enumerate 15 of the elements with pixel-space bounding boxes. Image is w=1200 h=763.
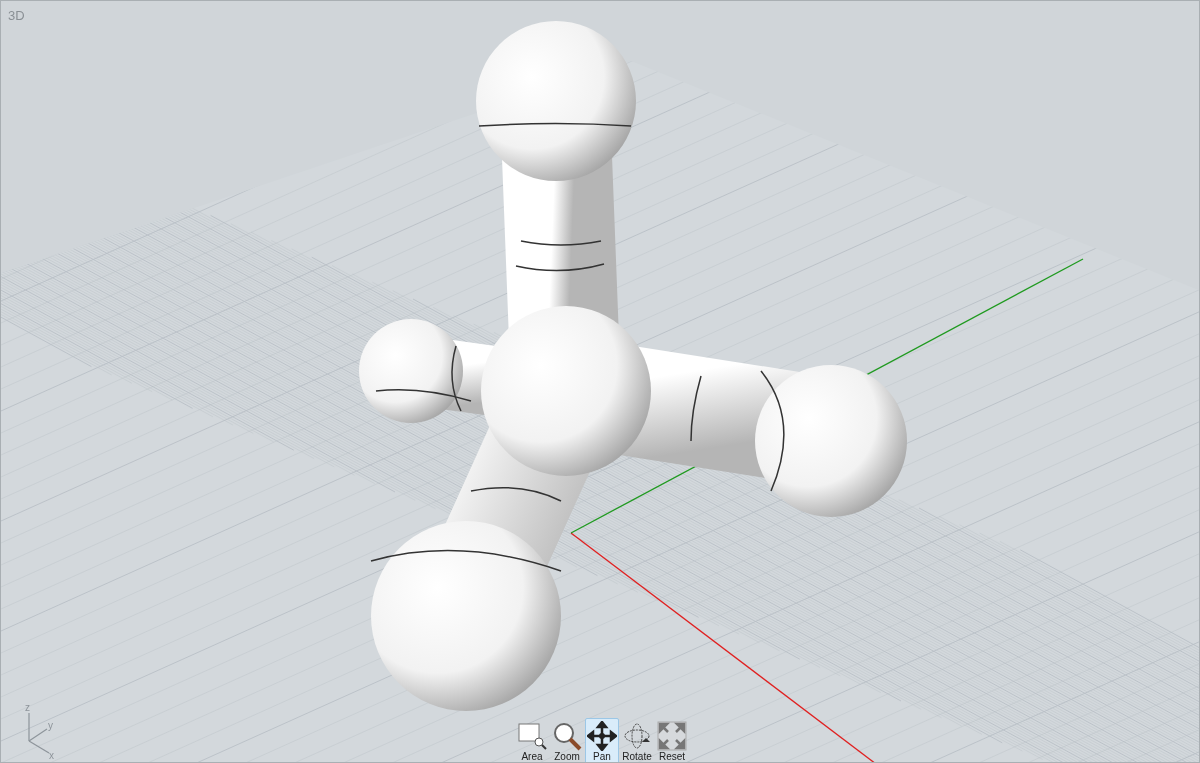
rotate-orbit-icon [622, 721, 652, 751]
x-axis-label: x [49, 749, 54, 762]
z-axis-label: z [25, 701, 30, 715]
view-tool-button[interactable]: Zoom [550, 718, 584, 762]
axis-triad-icon [28, 712, 50, 754]
area-select-icon [517, 721, 547, 751]
view-tool-button[interactable]: Reset [655, 718, 689, 762]
y-axis-label: y [48, 719, 53, 733]
view-tool-button[interactable]: Area [515, 718, 549, 762]
view-tool-button[interactable]: Rotate [620, 718, 654, 762]
viewport-title: 3D [8, 7, 25, 25]
move-arrows-icon [587, 721, 617, 751]
magnifier-icon [552, 721, 582, 751]
view-tool-button[interactable]: Pan [585, 718, 619, 762]
expand-arrows-icon [657, 721, 687, 751]
